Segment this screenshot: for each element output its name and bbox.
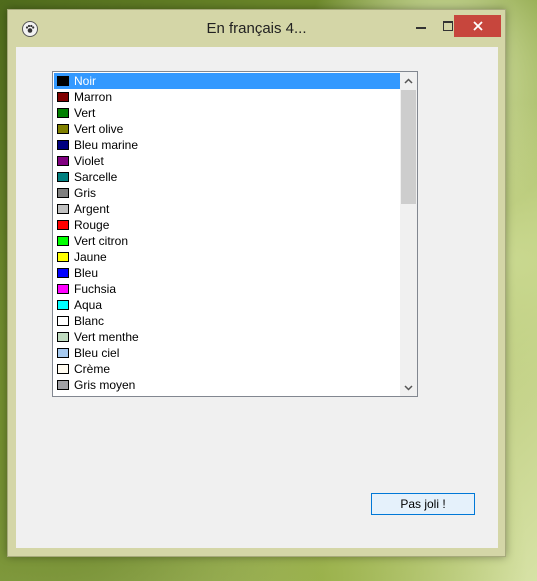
list-item[interactable]: Vert olive [54,121,400,137]
list-item[interactable]: Noir [54,73,400,89]
list-item-label: Jaune [74,250,107,264]
color-swatch [57,364,69,374]
list-item-label: Gris moyen [74,378,136,392]
color-swatch [57,124,69,134]
list-item-label: Bleu marine [74,138,139,152]
color-swatch [57,300,69,310]
vertical-scrollbar[interactable] [400,72,417,396]
list-item[interactable]: Bleu ciel [54,345,400,361]
list-item[interactable]: Bleu [54,265,400,281]
maximize-icon [443,21,453,31]
list-item[interactable]: Argent [54,201,400,217]
list-item[interactable]: Vert menthe [54,329,400,345]
list-item-label: Fuchsia [74,282,117,296]
list-item[interactable]: Vert citron [54,233,400,249]
close-button[interactable] [454,15,501,37]
list-item[interactable]: Gris [54,185,400,201]
chevron-down-icon [404,384,413,391]
color-swatch [57,348,69,358]
list-item[interactable]: Marron [54,89,400,105]
list-item-label: Bleu ciel [74,346,120,360]
list-item[interactable]: Rouge [54,217,400,233]
list-item-label: Aqua [74,298,103,312]
color-swatch [57,380,69,390]
scroll-thumb[interactable] [401,90,416,204]
color-swatch [57,188,69,198]
scroll-up-button[interactable] [400,72,417,89]
list-item[interactable]: Gris moyen [54,377,400,393]
minimize-button[interactable] [408,16,434,36]
list-item-label: Marron [74,90,113,104]
color-swatch [57,252,69,262]
close-icon [472,21,483,31]
list-item-label: Bleu [74,266,99,280]
scroll-down-button[interactable] [400,379,417,396]
color-swatch [57,76,69,86]
list-item-label: Rouge [74,218,110,232]
title-bar[interactable]: En français 4... [8,10,505,46]
color-swatch [57,236,69,246]
color-swatch [57,284,69,294]
list-item[interactable]: Blanc [54,313,400,329]
color-swatch [57,220,69,230]
listbox-items: Noir Marron Vert Vert olive Bleu marine Viole… [54,73,400,393]
color-swatch [57,140,69,150]
list-item[interactable]: Aqua [54,297,400,313]
color-swatch [57,332,69,342]
color-swatch [57,108,69,118]
color-swatch [57,156,69,166]
color-swatch [57,316,69,326]
list-item[interactable]: Vert [54,105,400,121]
list-item-label: Blanc [74,314,105,328]
list-item-label: Vert citron [74,234,129,248]
color-swatch [57,172,69,182]
color-swatch [57,92,69,102]
list-item-label: Vert menthe [74,330,139,344]
app-window: En français 4... Noir Marron Vert Vert oliv… [7,9,506,557]
list-item-label: Noir [74,74,97,88]
list-item-label: Vert [74,106,96,120]
client-area: Noir Marron Vert Vert olive Bleu marine Viole… [16,47,498,548]
list-item-label: Vert olive [74,122,124,136]
list-item[interactable]: Fuchsia [54,281,400,297]
list-item-label: Crème [74,362,111,376]
color-listbox[interactable]: Noir Marron Vert Vert olive Bleu marine Viole… [52,71,418,397]
list-item-label: Argent [74,202,110,216]
list-item-label: Sarcelle [74,170,118,184]
list-item[interactable]: Violet [54,153,400,169]
color-swatch [57,268,69,278]
chevron-up-icon [404,77,413,84]
list-item[interactable]: Sarcelle [54,169,400,185]
pas-joli-button[interactable]: Pas joli ! [371,493,475,515]
list-item-label: Violet [74,154,104,168]
list-item[interactable]: Crème [54,361,400,377]
color-swatch [57,204,69,214]
list-item-label: Gris [74,186,96,200]
list-item[interactable]: Bleu marine [54,137,400,153]
list-item[interactable]: Jaune [54,249,400,265]
minimize-icon [416,27,426,29]
